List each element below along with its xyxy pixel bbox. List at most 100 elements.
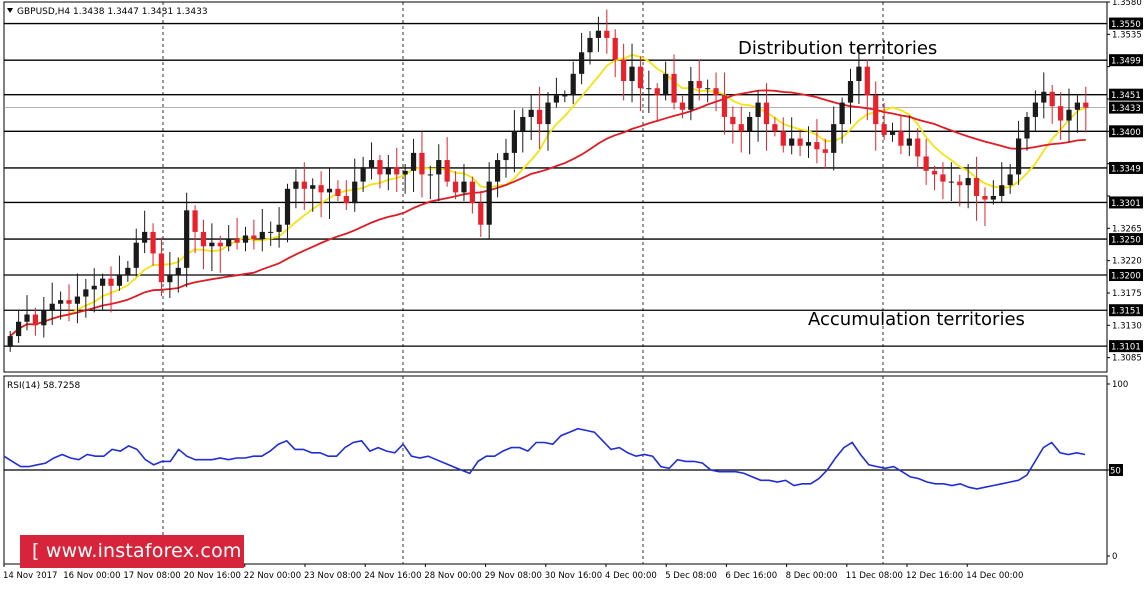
candle-body: [562, 95, 568, 97]
candle-body: [1083, 102, 1089, 108]
candle-body: [595, 30, 602, 38]
level-label: 1.3301: [1111, 199, 1141, 209]
time-label: 11 Dec 08:00: [846, 571, 903, 581]
candle-body: [797, 138, 803, 146]
candle-body: [671, 73, 677, 103]
time-label: 20 Nov 16:00: [184, 571, 241, 581]
candle-body: [125, 267, 131, 276]
current-price-label: 1.3433: [1111, 104, 1141, 114]
candle-body: [856, 66, 862, 82]
candle-body: [293, 181, 299, 189]
candle-body: [570, 73, 576, 96]
candle-body: [74, 296, 81, 304]
candle-body: [259, 231, 265, 240]
candle-body: [780, 131, 786, 146]
candle-body: [864, 66, 870, 96]
candle-body: [528, 109, 534, 117]
rsi-tick-label: 0: [1112, 552, 1117, 562]
candle-body: [251, 235, 257, 240]
candle-body: [268, 231, 274, 233]
level-label: 1.3151: [1111, 307, 1141, 317]
candle-body: [654, 88, 660, 96]
candle-body: [763, 102, 770, 125]
candle-body: [394, 167, 400, 175]
candle-body: [621, 59, 627, 82]
trading-chart[interactable]: 1.3550 1.3499 1.3451 1.3400 1.3349 1.3301 1.32…: [0, 0, 1147, 585]
candle-body: [276, 224, 282, 232]
candle-body: [1066, 109, 1072, 121]
candle-body: [32, 314, 39, 326]
candle-body: [520, 116, 526, 132]
candle-body: [511, 131, 517, 153]
level-label: 1.3250: [1111, 236, 1141, 246]
candle-body: [931, 170, 938, 175]
candle-body: [1024, 116, 1030, 139]
candle-body: [663, 73, 669, 96]
candle-body: [1074, 102, 1081, 110]
candle-body: [646, 88, 652, 90]
candle-body: [536, 109, 543, 125]
candle-body: [915, 138, 921, 157]
candle-body: [142, 231, 148, 243]
candle-body: [847, 81, 854, 103]
candle-body: [805, 142, 812, 146]
candle-body: [326, 188, 333, 193]
candle-body: [545, 102, 551, 125]
candle-body: [7, 336, 13, 347]
candle-body: [957, 181, 963, 186]
candle-body: [368, 160, 375, 168]
level-label: 1.3499: [1111, 57, 1141, 67]
candle-body: [184, 210, 190, 268]
price-tick-label: 1.3220: [1112, 257, 1142, 267]
candle-body: [629, 66, 635, 82]
candle-body: [452, 181, 459, 193]
time-label: 16 Nov 00:00: [63, 571, 120, 581]
candle-body: [923, 156, 929, 171]
candle-body: [133, 242, 139, 268]
level-label: 1.3451: [1111, 91, 1141, 101]
rsi-header: RSI(14) 58.7258: [7, 381, 80, 391]
candle-body: [49, 303, 55, 311]
time-label: 8 Dec 00:00: [786, 571, 838, 581]
rsi-tick-label: 100: [1112, 380, 1128, 390]
candle-body: [444, 160, 450, 182]
price-tick-label: 1.3265: [1112, 224, 1142, 234]
candle-body: [705, 88, 711, 90]
candle-body: [360, 167, 366, 182]
candle-body: [965, 178, 971, 186]
candle-body: [469, 181, 475, 204]
candle-body: [352, 181, 358, 204]
candle-body: [1057, 106, 1064, 121]
candle-body: [696, 81, 702, 89]
level-label: 1.3400: [1111, 128, 1141, 138]
time-label: 28 Nov 00:00: [424, 571, 481, 581]
candle-body: [100, 278, 106, 286]
candle-body: [419, 152, 425, 175]
instaforex-watermark[interactable]: [ www.instaforex.com ]: [20, 535, 244, 595]
candle-body: [234, 239, 240, 243]
candle-body: [24, 314, 30, 322]
candle-body: [427, 174, 433, 176]
level-label: 1.3200: [1111, 272, 1141, 282]
candle-body: [1015, 138, 1022, 175]
price-tick-label: 1.3085: [1112, 354, 1142, 364]
candle-body: [66, 300, 72, 304]
candle-body: [478, 203, 484, 225]
candle-body: [579, 52, 585, 74]
candle-body: [318, 185, 324, 193]
candle-body: [301, 181, 307, 189]
candle-body: [494, 160, 501, 182]
candle-body: [15, 321, 22, 337]
time-label: 22 Nov 00:00: [244, 571, 301, 581]
candle-body: [335, 188, 341, 196]
candle-body: [200, 231, 207, 247]
candle-body: [822, 149, 828, 153]
candle-body: [789, 138, 795, 146]
level-label: 1.3550: [1111, 20, 1141, 30]
candle-body: [730, 116, 736, 125]
candle-body: [873, 95, 879, 125]
candle-body: [1041, 91, 1047, 103]
candle-body: [738, 124, 744, 132]
candle-body: [410, 152, 417, 171]
level-label: 1.3349: [1111, 164, 1141, 174]
